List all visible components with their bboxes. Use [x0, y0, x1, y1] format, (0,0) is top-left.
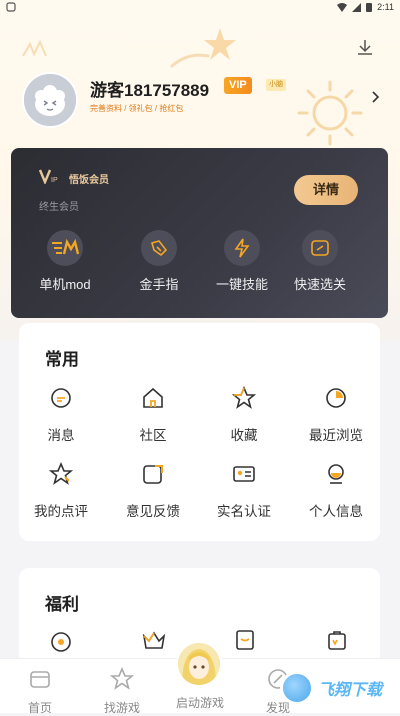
watermark-text: 飞翔下载	[318, 682, 383, 699]
home-icon	[143, 387, 163, 408]
menu-item-label: 消息	[47, 428, 75, 443]
mod-icon	[52, 239, 80, 255]
profile-section[interactable]: 游客181757889 VIP 小脑 完善资料 / 领礼包 / 抢红包	[22, 72, 382, 132]
lightning-icon	[234, 238, 250, 258]
tab-home[interactable]: 首页	[0, 659, 80, 716]
vip-logo-icon: IP	[39, 169, 58, 184]
avatar[interactable]	[22, 72, 78, 128]
menu-item-my-reviews[interactable]: 我的点评	[16, 461, 106, 520]
menu-item-history[interactable]: 最近浏览	[291, 386, 381, 444]
review-icon	[48, 461, 74, 485]
vip-card: IP 悟饭会员 终生会员 详情 单机mod 金手指 一键技能 快速选关	[11, 148, 388, 318]
watermark-logo-icon	[280, 671, 314, 705]
menu-item-personal-info[interactable]: 个人信息	[291, 462, 381, 520]
section-title-common: 常用	[45, 350, 79, 369]
menu-item-label: 社区	[139, 428, 167, 443]
coin-icon[interactable]	[49, 630, 73, 654]
vip-title: 悟饭会员	[69, 175, 109, 186]
status-time: 2:11	[377, 2, 394, 12]
wifi-icon	[337, 2, 348, 12]
menu-item-label: 我的点评	[34, 504, 88, 519]
vip-feature-cheat[interactable]: 金手指	[119, 230, 199, 293]
vip-detail-button[interactable]: 详情	[294, 175, 358, 205]
menu-item-messages[interactable]: 消息	[16, 386, 106, 444]
menu-item-real-name-auth[interactable]: 实名认证	[199, 462, 289, 520]
vip-feature-skill[interactable]: 一键技能	[202, 230, 282, 293]
battery-icon	[366, 3, 373, 12]
vip-feature-mod[interactable]: 单机mod	[25, 230, 105, 293]
menu-item-feedback[interactable]: 意见反馈	[108, 462, 198, 520]
menu-item-label: 最近浏览	[309, 428, 363, 443]
menu-item-label: 意见反馈	[126, 504, 180, 519]
decor-scribble-icon	[22, 39, 47, 57]
tab-find-games[interactable]: 找游戏	[82, 659, 162, 716]
menu-item-label: 收藏	[230, 428, 258, 443]
svg-text:IP: IP	[51, 177, 58, 184]
vip-feature-label: 一键技能	[215, 277, 268, 292]
level-select-icon	[311, 240, 329, 256]
star-tab-icon	[109, 666, 135, 690]
tab-label: 首页	[27, 701, 52, 715]
menu-item-label: 个人信息	[309, 504, 363, 519]
download-icon[interactable]	[356, 38, 374, 56]
watermark: 飞翔下载	[280, 668, 392, 708]
person-icon	[328, 464, 344, 484]
vip-sub-badge: 小脑	[266, 79, 286, 91]
vip-bag-icon[interactable]	[325, 628, 349, 652]
chevron-right-icon[interactable]	[370, 90, 380, 104]
signal-icon	[352, 2, 362, 12]
vip-feature-label: 单机mod	[39, 277, 91, 292]
gift-card-icon[interactable]	[233, 628, 257, 652]
cheat-icon	[151, 240, 168, 257]
notification-icon	[6, 2, 16, 12]
history-icon	[326, 388, 346, 408]
username: 游客181757889	[90, 81, 210, 100]
vip-feature-label: 快速选关	[293, 277, 346, 292]
status-bar: 2:11	[0, 0, 400, 14]
crown-icon[interactable]	[141, 628, 167, 652]
home-tab-icon	[30, 671, 50, 688]
vip-feature-label: 金手指	[139, 277, 179, 292]
section-title-welfare: 福利	[45, 595, 79, 614]
star-icon	[231, 385, 257, 409]
menu-item-label: 实名认证	[217, 504, 271, 519]
tab-launch-game[interactable]: 启动游戏	[170, 694, 230, 711]
vip-badge: VIP	[224, 77, 252, 94]
id-card-icon	[233, 466, 255, 482]
launch-avatar[interactable]	[176, 641, 222, 687]
message-icon	[51, 388, 71, 408]
menu-item-community[interactable]: 社区	[108, 386, 198, 444]
default-avatar-icon	[24, 74, 76, 126]
tab-label: 找游戏	[103, 701, 140, 715]
anime-avatar-icon	[178, 643, 220, 685]
profile-links[interactable]: 完善资料 / 领礼包 / 抢红包	[90, 103, 183, 114]
common-section: 常用 消息 社区 收藏 最近浏览 我的点评 意见反馈 实名认证 个人信息	[19, 323, 380, 541]
vip-feature-level-select[interactable]: 快速选关	[280, 230, 360, 293]
vip-description: 终生会员	[39, 202, 79, 213]
feedback-icon	[143, 465, 163, 484]
menu-item-favorites[interactable]: 收藏	[199, 385, 289, 444]
